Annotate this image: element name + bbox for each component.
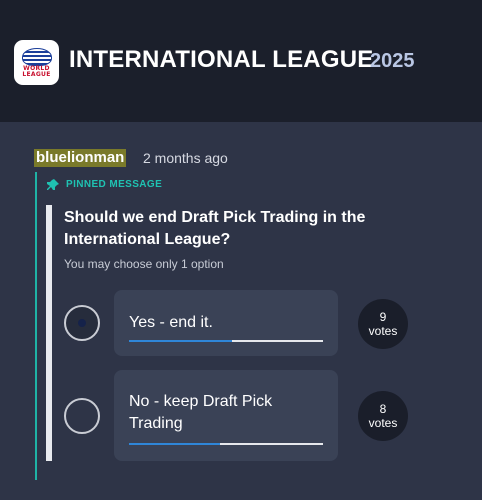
thread-indicator-line — [35, 172, 37, 480]
option-2-progress-track — [129, 443, 323, 445]
poll-hint: You may choose only 1 option — [64, 257, 224, 271]
poll-option-1[interactable]: Yes - end it. — [114, 290, 338, 356]
option-2-votes-number: 8 — [379, 402, 387, 416]
option-2-vote-count: 8 votes — [358, 391, 408, 441]
option-1-radio[interactable] — [64, 305, 100, 341]
page-title[interactable]: INTERNATIONAL LEAGUE — [69, 46, 373, 74]
option-1-progress-fill — [129, 340, 232, 342]
option-2-label: No - keep Draft Pick Trading — [129, 393, 273, 432]
option-1-votes-word: votes — [368, 324, 398, 338]
option-1-vote-count: 9 votes — [358, 299, 408, 349]
season-year: 2025 — [370, 50, 415, 72]
app-header: WORLD LEAGUE INTERNATIONAL LEAGUE 2025 — [0, 0, 482, 122]
league-logo[interactable]: WORLD LEAGUE — [14, 40, 59, 85]
poll-option-2[interactable]: No - keep Draft Pick Trading — [114, 370, 338, 461]
option-1-label: Yes - end it. — [129, 314, 213, 331]
pinned-message-label: PINNED MESSAGE — [66, 179, 163, 190]
post-timestamp[interactable]: 2 months ago — [143, 150, 228, 166]
pin-icon — [47, 179, 59, 191]
option-1-progress-track — [129, 340, 323, 342]
poll-quote-bar — [46, 205, 52, 461]
option-2-progress-fill — [129, 443, 221, 445]
post-author[interactable]: bluelionman — [34, 149, 127, 167]
option-1-votes-number: 9 — [379, 310, 387, 324]
option-2-radio[interactable] — [64, 398, 100, 434]
option-2-votes-word: votes — [368, 416, 398, 430]
poll-question: Should we end Draft Pick Trading in the … — [64, 209, 366, 248]
globe-icon — [21, 47, 52, 66]
logo-wordmark: WORLD LEAGUE — [22, 64, 51, 78]
